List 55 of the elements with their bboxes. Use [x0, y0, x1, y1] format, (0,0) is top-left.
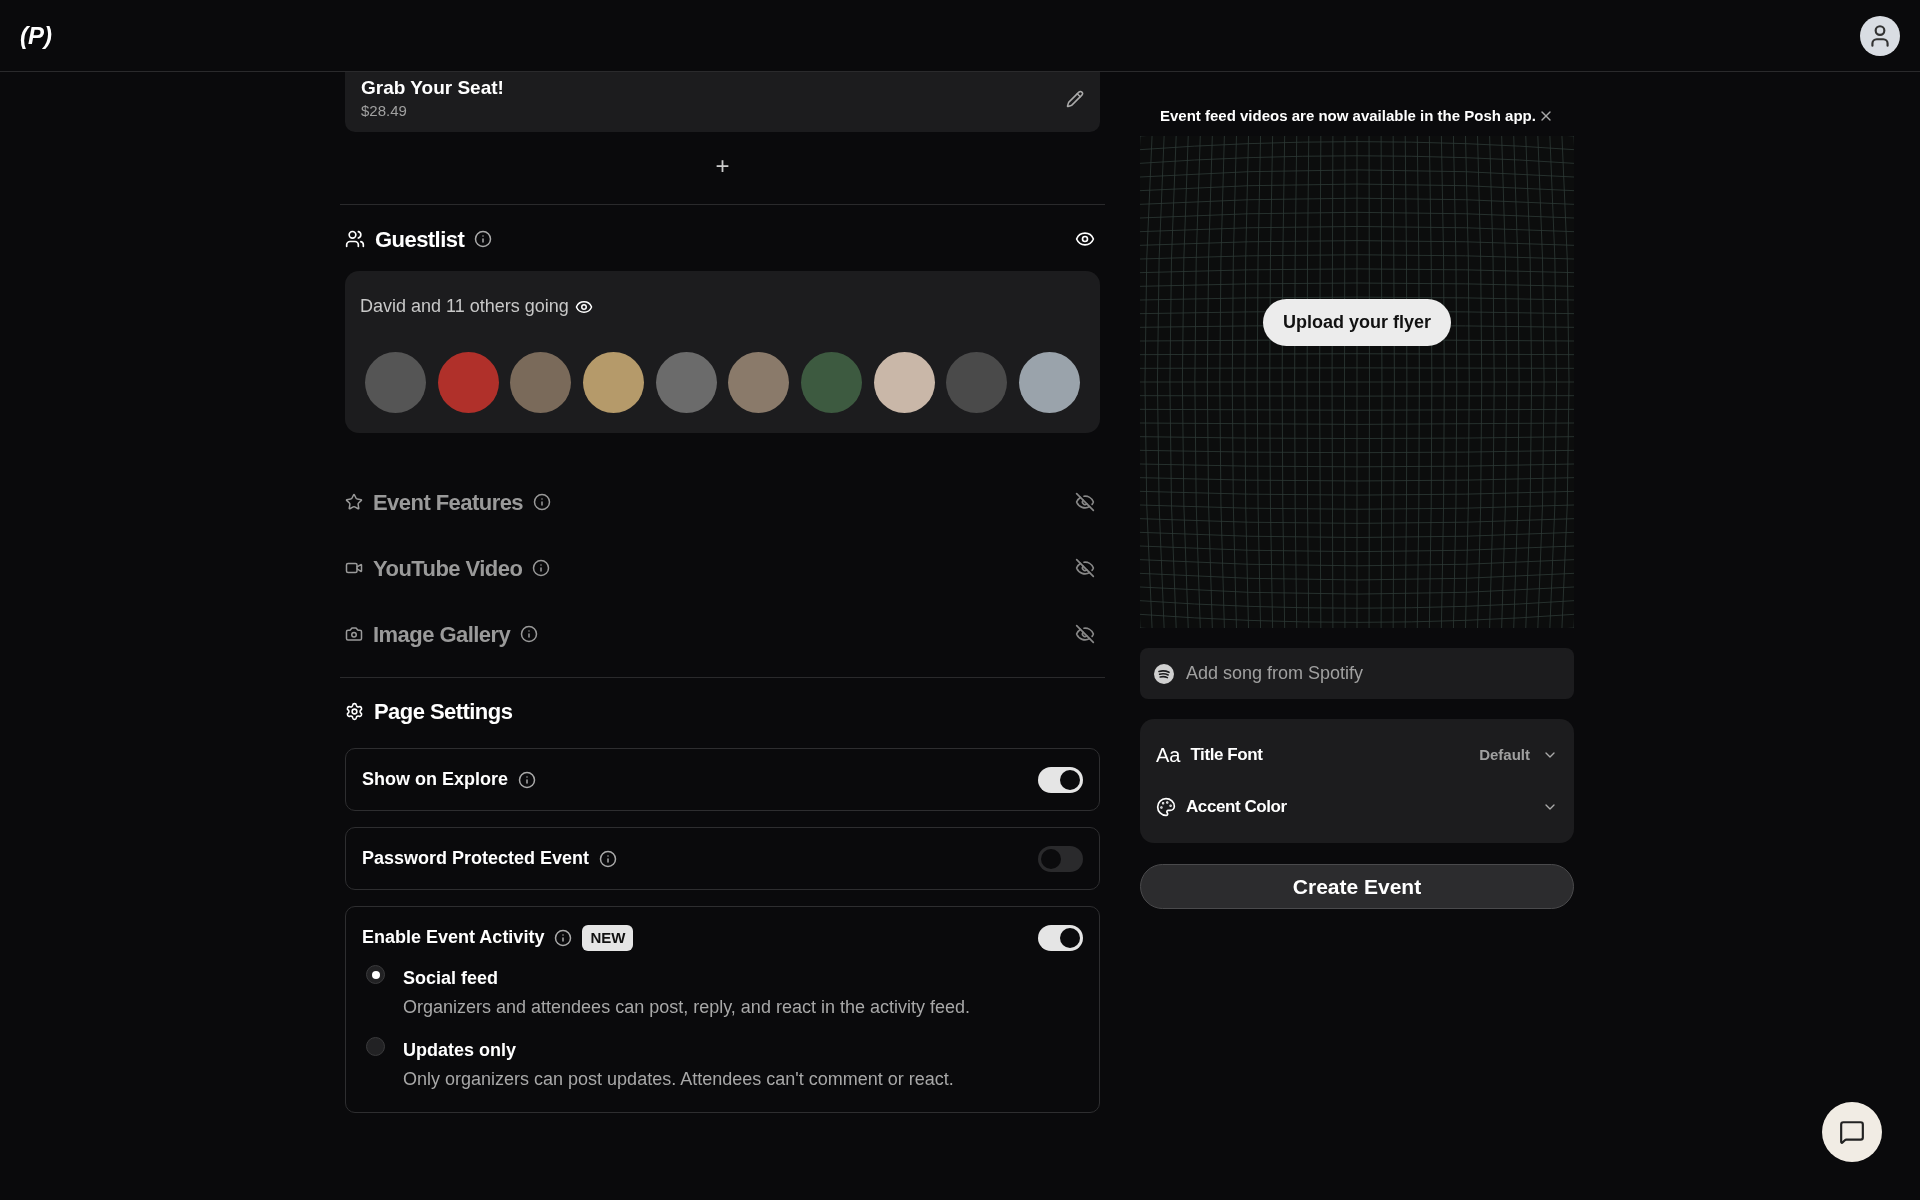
info-icon[interactable]: [474, 230, 493, 249]
toggle-switch[interactable]: [1038, 766, 1083, 793]
section-title: Guestlist: [375, 225, 465, 254]
option-label: Accent Color: [1186, 796, 1287, 819]
info-icon[interactable]: [533, 493, 552, 512]
info-icon[interactable]: [520, 625, 539, 644]
radio-button[interactable]: [366, 965, 385, 985]
section-title: YouTube Video: [373, 554, 523, 583]
star-icon: [345, 493, 363, 512]
notice-text: Event feed videos are now available in the Posh app.: [1160, 105, 1536, 126]
logo[interactable]: (P): [20, 17, 52, 54]
new-badge: NEW: [582, 924, 634, 951]
guest-summary: David and 11 others going: [360, 295, 569, 319]
hidden-icon[interactable]: [1075, 492, 1095, 513]
toggle-switch[interactable]: [1038, 924, 1083, 951]
spotify-input[interactable]: Add song from Spotify: [1186, 660, 1560, 687]
section-title: Event Features: [373, 488, 524, 517]
create-event-button[interactable]: Create Event: [1140, 864, 1574, 909]
font-glyph: Aa: [1156, 743, 1181, 768]
spotify-field[interactable]: Add song from Spotify: [1140, 648, 1574, 699]
camera-icon: [345, 625, 363, 644]
option-value: Default: [1479, 744, 1530, 765]
palette-icon: [1156, 797, 1176, 817]
option-label: Updates only: [403, 1039, 518, 1063]
settings-icon: [345, 701, 364, 721]
info-icon[interactable]: [554, 928, 573, 947]
upload-flyer-button[interactable]: Upload your flyer: [1263, 298, 1451, 346]
section-title: Image Gallery: [373, 620, 511, 649]
hidden-icon[interactable]: [1075, 624, 1095, 645]
chat-icon: [1839, 1119, 1865, 1145]
option-label: Social feed: [403, 967, 500, 991]
toggle-switch[interactable]: [1038, 845, 1083, 872]
radio-button[interactable]: [366, 1037, 385, 1057]
option-description: Only organizers can post updates. Attendees can't comment or react.: [403, 1068, 954, 1092]
people-icon: [345, 229, 365, 250]
setting-label: Password Protected Event: [362, 847, 590, 871]
add-ticket-button[interactable]: +: [715, 154, 730, 179]
profile-avatar[interactable]: [1860, 15, 1900, 56]
section-title: Page Settings: [374, 697, 513, 726]
spotify-icon: [1154, 663, 1174, 684]
style-option-row[interactable]: Accent Color: [1156, 781, 1558, 833]
option-description: Organizers and attendees can post, reply, and react in the activity feed.: [403, 996, 970, 1020]
setting-label: Show on Explore: [362, 768, 508, 792]
style-option-row[interactable]: Aa Title Font Default: [1156, 729, 1558, 781]
info-icon[interactable]: [518, 770, 536, 789]
chat-button[interactable]: [1822, 1102, 1882, 1162]
option-label: Title Font: [1190, 744, 1263, 767]
setting-label: Enable Event Activity: [362, 926, 545, 950]
hidden-icon[interactable]: [1075, 558, 1095, 579]
info-icon[interactable]: [532, 559, 551, 578]
ticket-price: $28.49: [361, 100, 408, 121]
ticket-card[interactable]: Grab Your Seat! $28.49: [345, 72, 1100, 133]
info-icon[interactable]: [599, 849, 618, 868]
edit-icon[interactable]: [1066, 90, 1084, 109]
ticket-name: Grab Your Seat!: [361, 76, 504, 100]
